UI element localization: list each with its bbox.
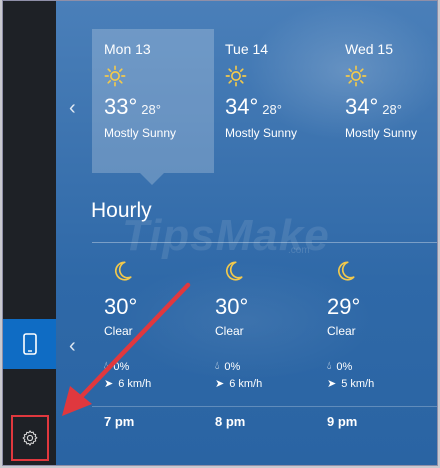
wind-direction-icon: ➤ — [327, 378, 337, 390]
day-condition: Mostly Sunny — [104, 126, 177, 140]
hour-precip: 0% — [336, 360, 353, 373]
hourly-divider — [92, 242, 437, 243]
day-low-temp: 28° — [141, 102, 161, 117]
day-name: Wed 15 — [345, 41, 393, 57]
sidebar — [3, 1, 56, 465]
moon-icon — [115, 261, 132, 281]
hour-wind: 6 km/h — [229, 377, 263, 390]
hour-time: 9 pm — [327, 414, 358, 429]
day-card[interactable]: Mon 13 33° 28° Mostly Sunny — [104, 41, 224, 140]
sun-icon — [104, 65, 126, 87]
watermark-suffix: .com — [288, 245, 310, 256]
phone-icon — [22, 333, 37, 355]
weather-window: ‹ Mon 13 33° 28° Mostly Sunny Tue 14 34°… — [2, 0, 438, 466]
sidebar-item-mobile[interactable] — [3, 319, 56, 369]
sun-icon — [225, 65, 247, 87]
hourly-prev-chevron-icon[interactable]: ‹ — [69, 335, 76, 358]
raindrop-icon: 💧︎ — [327, 360, 332, 372]
day-card[interactable]: Tue 14 34° 28° Mostly Sunny — [225, 41, 345, 140]
day-high-temp: 34° — [225, 94, 259, 119]
hour-condition: Clear — [104, 324, 133, 338]
hour-card[interactable]: 30° Clear 💧︎ 0% ➤ 6 km/h — [104, 259, 204, 390]
hour-wind: 5 km/h — [341, 377, 375, 390]
hour-temp: 29° — [327, 294, 361, 319]
day-low-temp: 28° — [382, 102, 402, 117]
hour-precip: 0% — [224, 360, 241, 373]
day-name: Tue 14 — [225, 41, 269, 57]
hour-condition: Clear — [215, 324, 244, 338]
hour-card[interactable]: 30° Clear 💧︎ 0% ➤ 6 km/h — [215, 259, 315, 390]
wind-direction-icon: ➤ — [215, 378, 225, 390]
day-condition: Mostly Sunny — [225, 126, 298, 140]
wind-direction-icon: ➤ — [104, 378, 114, 390]
hour-card[interactable]: 29° Clear 💧︎ 0% ➤ 5 km/h — [327, 259, 427, 390]
hour-temp: 30° — [215, 294, 249, 319]
hour-time: 8 pm — [215, 414, 246, 429]
gear-icon — [22, 430, 38, 446]
hour-condition: Clear — [327, 324, 356, 338]
hour-time-divider — [92, 406, 437, 407]
day-name: Mon 13 — [104, 41, 151, 57]
hour-wind: 6 km/h — [118, 377, 152, 390]
settings-button[interactable] — [11, 415, 49, 461]
raindrop-icon: 💧︎ — [104, 360, 109, 372]
raindrop-icon: 💧︎ — [215, 360, 220, 372]
moon-icon — [338, 261, 355, 281]
moon-icon — [226, 261, 243, 281]
hour-time: 7 pm — [104, 414, 135, 429]
forecast-panel: ‹ Mon 13 33° 28° Mostly Sunny Tue 14 34°… — [56, 1, 437, 465]
day-low-temp: 28° — [262, 102, 282, 117]
day-high-temp: 34° — [345, 94, 379, 119]
daily-prev-chevron-icon[interactable]: ‹ — [69, 97, 76, 120]
sun-icon — [345, 65, 367, 87]
day-high-temp: 33° — [104, 94, 138, 119]
day-card[interactable]: Wed 15 34° 28° Mostly Sunny — [345, 41, 437, 140]
day-condition: Mostly Sunny — [345, 126, 418, 140]
hour-precip: 0% — [113, 360, 130, 373]
hour-temp: 30° — [104, 294, 138, 319]
